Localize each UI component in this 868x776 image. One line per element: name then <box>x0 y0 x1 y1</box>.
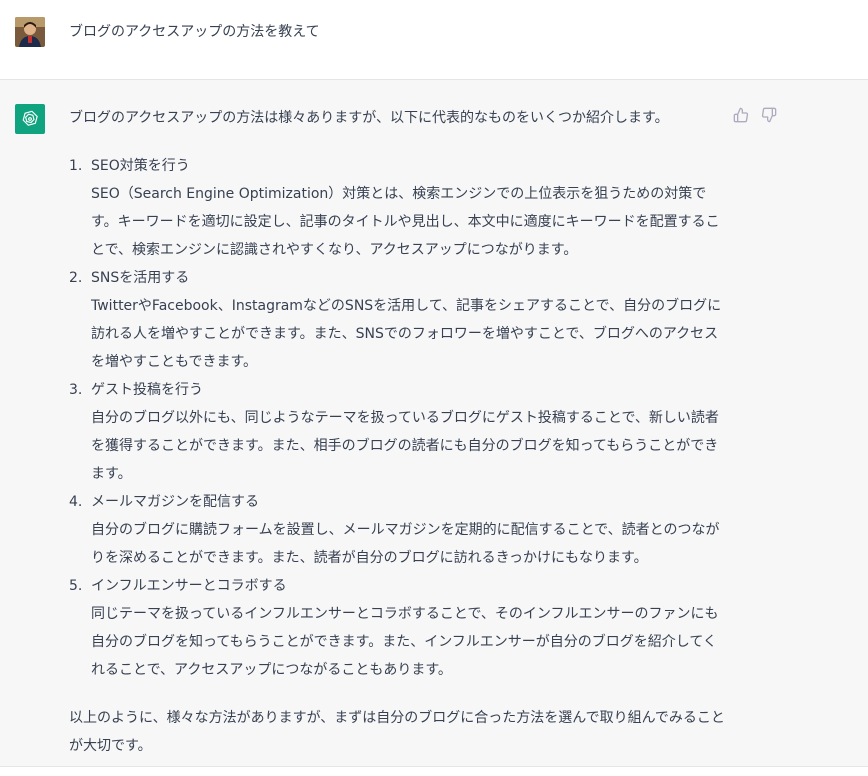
list-number: 4. <box>69 494 83 510</box>
assistant-message-content: ブログのアクセスアップの方法は様々ありますが、以下に代表的なものをいくつか紹介し… <box>69 104 729 760</box>
list-item-title: インフルエンサーとコラボする <box>91 578 287 594</box>
list-number: 1. <box>69 158 83 174</box>
method-list: 1. SEO対策を行う SEO（Search Engine Optimizati… <box>69 152 729 684</box>
list-item: 1. SEO対策を行う SEO（Search Engine Optimizati… <box>69 152 729 264</box>
list-item-description: 自分のブログに購読フォームを設置し、メールマガジンを定期的に配信することで、読者… <box>91 522 720 566</box>
assistant-conclusion: 以上のように、様々な方法がありますが、まずは自分のブログに合った方法を選んで取り… <box>69 710 725 754</box>
user-message-row: ブログのアクセスアップの方法を教えて <box>0 0 868 80</box>
assistant-intro: ブログのアクセスアップの方法は様々ありますが、以下に代表的なものをいくつか紹介し… <box>69 110 669 126</box>
list-item-title: SEO対策を行う <box>91 158 190 174</box>
thumbs-up-icon[interactable] <box>732 106 750 124</box>
thumbs-down-icon[interactable] <box>760 106 778 124</box>
list-item-description: SEO（Search Engine Optimization）対策とは、検索エン… <box>91 186 720 258</box>
user-avatar <box>15 17 45 47</box>
list-item-title: ゲスト投稿を行う <box>91 382 203 398</box>
list-item: 4. メールマガジンを配信する 自分のブログに購読フォームを設置し、メールマガジ… <box>69 488 729 572</box>
openai-logo-icon <box>15 104 45 134</box>
list-number: 5. <box>69 578 83 594</box>
list-item-description: 同じテーマを扱っているインフルエンサーとコラボすることで、そのインフルエンサーの… <box>91 606 719 678</box>
list-item-description: TwitterやFacebook、InstagramなどのSNSを活用して、記事… <box>91 298 722 370</box>
assistant-message-row: ブログのアクセスアップの方法は様々ありますが、以下に代表的なものをいくつか紹介し… <box>0 80 868 767</box>
list-number: 3. <box>69 382 83 398</box>
list-item-title: SNSを活用する <box>91 270 190 286</box>
user-message-text: ブログのアクセスアップの方法を教えて <box>69 24 320 40</box>
feedback-buttons <box>732 106 778 124</box>
list-number: 2. <box>69 270 83 286</box>
list-item: 2. SNSを活用する TwitterやFacebook、Instagramなど… <box>69 264 729 376</box>
list-item-title: メールマガジンを配信する <box>91 494 259 510</box>
bottom-strip <box>0 767 868 776</box>
list-item: 3. ゲスト投稿を行う 自分のブログ以外にも、同じようなテーマを扱っているブログ… <box>69 376 729 488</box>
list-item: 5. インフルエンサーとコラボする 同じテーマを扱っているインフルエンサーとコラ… <box>69 572 729 684</box>
list-item-description: 自分のブログ以外にも、同じようなテーマを扱っているブログにゲスト投稿することで、… <box>91 410 719 482</box>
